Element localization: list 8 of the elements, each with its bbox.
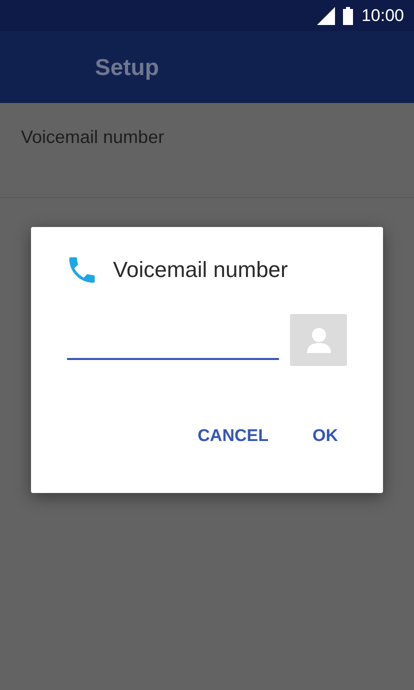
ok-button[interactable]: OK bbox=[312, 426, 338, 446]
dialog-title: Voicemail number bbox=[113, 257, 288, 283]
signal-icon bbox=[317, 6, 336, 24]
battery-icon bbox=[343, 6, 354, 24]
status-time: 10:00 bbox=[361, 6, 404, 26]
person-icon bbox=[306, 327, 332, 353]
cancel-button[interactable]: CANCEL bbox=[198, 426, 268, 446]
app-bar-title: Setup bbox=[95, 54, 159, 80]
